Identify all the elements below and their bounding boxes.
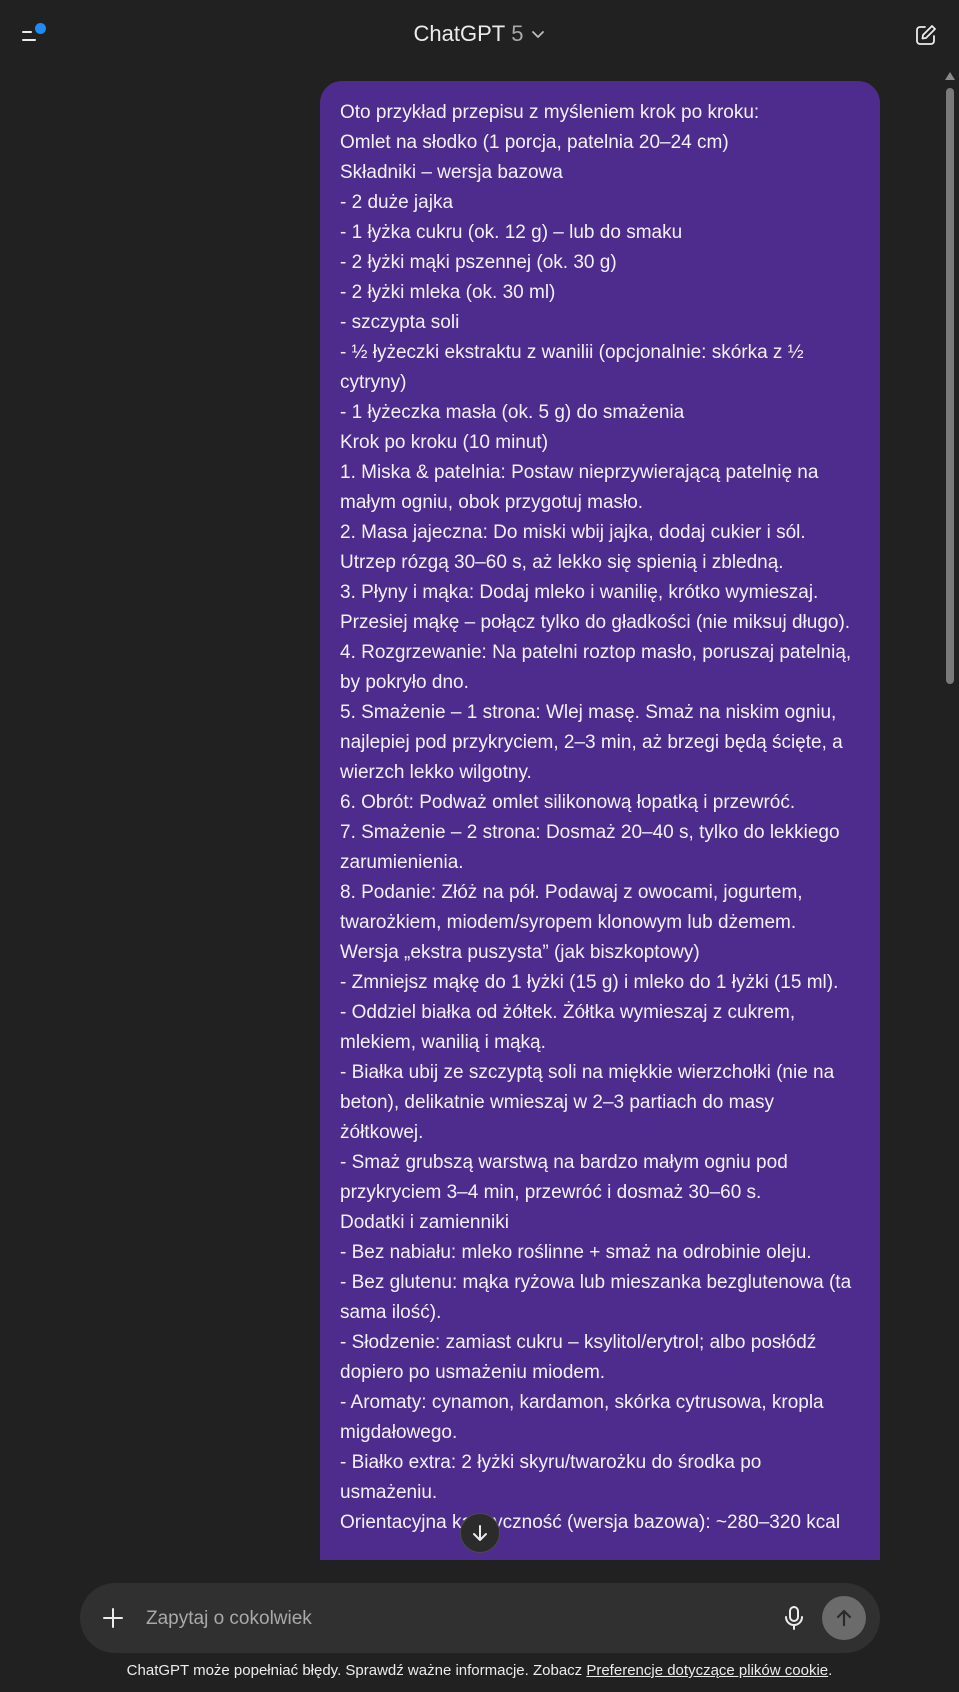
message-line: 3. Płyny i mąka: Dodaj mleko i wanilię, … (340, 582, 851, 633)
model-selector[interactable]: ChatGPT 5 (414, 21, 546, 47)
chat-app: ChatGPT 5 Oto przykład przepisu z myślen… (0, 0, 959, 1692)
message-line: - ½ łyżeczki ekstraktu z wanilii (opcjon… (340, 342, 804, 393)
footer-disclaimer: ChatGPT może popełniać błędy. Sprawdź wa… (0, 1662, 959, 1679)
message-line: - Aromaty: cynamon, kardamon, skórka cyt… (340, 1392, 824, 1443)
cookie-preferences-link[interactable]: Preferencje dotyczące plików cookie (586, 1662, 828, 1679)
scroll-up-arrow-icon[interactable] (945, 72, 955, 80)
message-line: Krok po kroku (10 minut) (340, 432, 549, 453)
message-line: 1. Miska & patelnia: Postaw nieprzywiera… (340, 462, 819, 513)
message-line: - 2 duże jajka (340, 192, 454, 213)
chevron-down-icon (532, 31, 545, 38)
message-line: - 2 łyżki mąki pszennej (ok. 30 g) (340, 252, 617, 273)
message-line: 5. Smażenie – 1 strona: Wlej masę. Smaż … (340, 702, 843, 783)
microphone-icon (785, 1606, 803, 1630)
menu-icon-line (22, 39, 36, 41)
new-chat-button[interactable] (911, 20, 941, 50)
message-line: - Białka ubij ze szczyptą soli na miękki… (340, 1062, 835, 1143)
message-line: 6. Obrót: Podważ omlet silikonową łopatk… (340, 792, 796, 813)
message-line: - szczypta soli (340, 312, 460, 333)
notification-dot-icon (35, 23, 46, 34)
app-title: ChatGPT (413, 21, 506, 46)
message-line: Oto przykład przepisu z myśleniem krok p… (340, 102, 760, 123)
message-line: Omlet na słodko (1 porcja, patelnia 20–2… (340, 132, 729, 153)
message-line: - Słodzenie: zamiast cukru – ksylitol/er… (340, 1332, 817, 1383)
message-line: 2. Masa jajeczna: Do miski wbij jajka, d… (340, 522, 806, 573)
edit-icon (916, 25, 936, 45)
send-button[interactable] (822, 1596, 866, 1640)
scrollbar-thumb[interactable] (946, 88, 954, 684)
message-line: - 2 łyżki mleka (ok. 30 ml) (340, 282, 556, 303)
disclaimer-text: ChatGPT może popełniać błędy. Sprawdź wa… (126, 1662, 587, 1679)
message-line: 7. Smażenie – 2 strona: Dosmaż 20–40 s, … (340, 822, 840, 873)
top-bar: ChatGPT 5 (0, 0, 959, 70)
message-line: - Oddziel białka od żółtek. Żółtka wymie… (340, 1002, 796, 1053)
disclaimer-end: . (828, 1662, 833, 1679)
user-message-bubble: Oto przykład przepisu z myśleniem krok p… (320, 81, 880, 1681)
arrow-down-icon (473, 1525, 487, 1541)
sidebar-toggle-button[interactable] (18, 20, 50, 50)
composer (80, 1583, 880, 1653)
message-line: - 1 łyżeczka masła (ok. 5 g) do smażenia (340, 402, 685, 423)
message-line: 4. Rozgrzewanie: Na patelni roztop masło… (340, 642, 852, 693)
message-line: Składniki – wersja bazowa (340, 162, 563, 183)
prompt-input[interactable] (144, 1601, 708, 1637)
model-version: 5 (511, 21, 524, 46)
menu-icon (22, 31, 32, 33)
message-line: - Bez glutenu: mąka ryżowa lub mieszanka… (340, 1272, 852, 1323)
message-line: Wersja „ekstra puszysta” (jak biszkoptow… (340, 942, 700, 963)
plus-icon (103, 1608, 123, 1628)
message-line: - Smaż grubszą warstwą na bardzo małym o… (340, 1152, 788, 1203)
dictate-button[interactable] (780, 1604, 808, 1632)
scroll-to-bottom-button[interactable] (460, 1513, 500, 1553)
scrollbar[interactable] (943, 70, 957, 1610)
attach-button[interactable] (100, 1605, 126, 1631)
message-line: - Zmniejsz mąkę do 1 łyżki (15 g) i mlek… (340, 972, 839, 993)
message-line: Dodatki i zamienniki (340, 1212, 509, 1233)
arrow-up-icon (836, 1609, 852, 1627)
message-line: - 1 łyżka cukru (ok. 12 g) – lub do smak… (340, 222, 683, 243)
message-line: 8. Podanie: Złóż na pół. Podawaj z owoca… (340, 882, 803, 933)
message-thread: Oto przykład przepisu z myśleniem krok p… (320, 81, 880, 1681)
message-line: - Bez nabiału: mleko roślinne + smaż na … (340, 1242, 812, 1263)
message-line: Orientacyjna kaloryczność (wersja bazowa… (340, 1512, 841, 1533)
message-line: - Białko extra: 2 łyżki skyru/twarożku d… (340, 1452, 762, 1503)
